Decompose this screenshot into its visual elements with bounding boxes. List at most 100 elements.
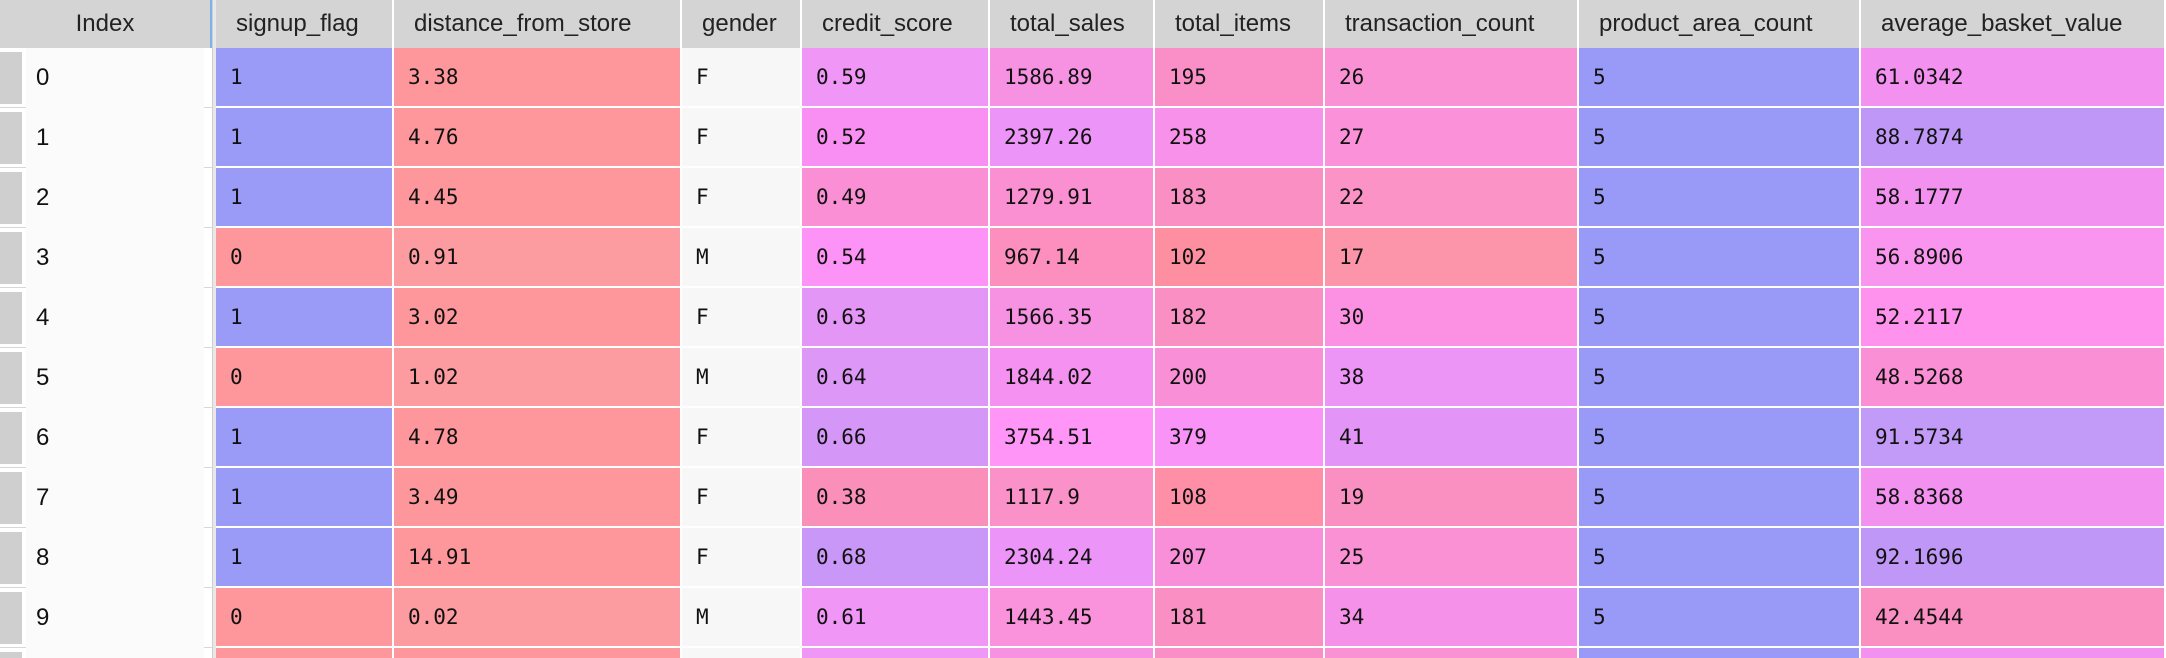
index-row[interactable]: 3 — [0, 228, 212, 288]
row-handle[interactable] — [0, 292, 22, 344]
cell-transaction-count[interactable]: 26 — [1325, 48, 1579, 108]
cell-distance-from-store[interactable]: 3.38 — [394, 48, 682, 108]
cell-transaction-count[interactable]: 41 — [1325, 408, 1579, 468]
cell-average-basket-value[interactable]: 58.8368 — [1861, 468, 2166, 528]
cell-product-area-count[interactable]: 5 — [1579, 408, 1861, 468]
cell-signup-flag[interactable]: 0 — [216, 588, 394, 648]
cell-total-items[interactable]: 195 — [1155, 48, 1325, 108]
cell-total-items[interactable]: 379 — [1155, 408, 1325, 468]
cell-signup-flag[interactable]: 1 — [216, 168, 394, 228]
cell-total-items[interactable]: 181 — [1155, 588, 1325, 648]
cell-total-sales[interactable]: 1443.45 — [990, 588, 1155, 648]
cell-transaction-count[interactable]: 34 — [1325, 588, 1579, 648]
cell-total-items[interactable]: 183 — [1155, 168, 1325, 228]
cell-gender[interactable]: M — [682, 348, 802, 408]
cell-gender[interactable]: F — [682, 48, 802, 108]
column-header-signup-flag[interactable]: signup_flag — [216, 0, 394, 48]
cell-distance-from-store[interactable]: 3.02 — [394, 288, 682, 348]
cell-credit-score[interactable]: 0.54 — [802, 228, 990, 288]
row-handle[interactable] — [0, 592, 22, 644]
index-row[interactable]: 0 — [0, 48, 212, 108]
row-handle[interactable] — [0, 412, 22, 464]
cell-gender[interactable]: F — [682, 108, 802, 168]
cell-total-items[interactable]: 102 — [1155, 228, 1325, 288]
cell-partial[interactable] — [682, 648, 802, 658]
cell-product-area-count[interactable]: 5 — [1579, 588, 1861, 648]
cell-partial[interactable] — [802, 648, 990, 658]
cell-gender[interactable]: M — [682, 228, 802, 288]
cell-total-items[interactable]: 258 — [1155, 108, 1325, 168]
cell-total-sales[interactable]: 2304.24 — [990, 528, 1155, 588]
cell-total-items[interactable]: 182 — [1155, 288, 1325, 348]
row-handle[interactable] — [0, 352, 22, 404]
cell-distance-from-store[interactable]: 4.78 — [394, 408, 682, 468]
cell-distance-from-store[interactable]: 14.91 — [394, 528, 682, 588]
row-handle[interactable] — [0, 652, 22, 658]
cell-partial[interactable] — [1325, 648, 1579, 658]
cell-total-sales[interactable]: 1566.35 — [990, 288, 1155, 348]
column-header-product-area-count[interactable]: product_area_count — [1579, 0, 1861, 48]
cell-gender[interactable]: F — [682, 528, 802, 588]
cell-product-area-count[interactable]: 5 — [1579, 48, 1861, 108]
column-header-total-items[interactable]: total_items — [1155, 0, 1325, 48]
cell-gender[interactable]: F — [682, 168, 802, 228]
index-row[interactable]: 1 — [0, 108, 212, 168]
cell-credit-score[interactable]: 0.68 — [802, 528, 990, 588]
index-row[interactable]: 7 — [0, 468, 212, 528]
cell-partial[interactable] — [990, 648, 1155, 658]
cell-total-sales[interactable]: 3754.51 — [990, 408, 1155, 468]
row-handle[interactable] — [0, 52, 22, 104]
cell-average-basket-value[interactable]: 56.8906 — [1861, 228, 2166, 288]
cell-total-sales[interactable]: 2397.26 — [990, 108, 1155, 168]
cell-distance-from-store[interactable]: 4.45 — [394, 168, 682, 228]
cell-signup-flag[interactable]: 1 — [216, 108, 394, 168]
cell-signup-flag[interactable]: 0 — [216, 228, 394, 288]
cell-credit-score[interactable]: 0.49 — [802, 168, 990, 228]
cell-transaction-count[interactable]: 30 — [1325, 288, 1579, 348]
cell-partial[interactable] — [1155, 648, 1325, 658]
cell-product-area-count[interactable]: 5 — [1579, 228, 1861, 288]
row-handle[interactable] — [0, 472, 22, 524]
cell-partial[interactable] — [1579, 648, 1861, 658]
cell-credit-score[interactable]: 0.61 — [802, 588, 990, 648]
cell-gender[interactable]: F — [682, 288, 802, 348]
cell-credit-score[interactable]: 0.63 — [802, 288, 990, 348]
cell-total-items[interactable]: 207 — [1155, 528, 1325, 588]
row-handle[interactable] — [0, 232, 22, 284]
cell-transaction-count[interactable]: 17 — [1325, 228, 1579, 288]
cell-average-basket-value[interactable]: 88.7874 — [1861, 108, 2166, 168]
cell-average-basket-value[interactable]: 42.4544 — [1861, 588, 2166, 648]
cell-total-sales[interactable]: 1279.91 — [990, 168, 1155, 228]
cell-product-area-count[interactable]: 5 — [1579, 468, 1861, 528]
cell-distance-from-store[interactable]: 4.76 — [394, 108, 682, 168]
cell-product-area-count[interactable]: 5 — [1579, 528, 1861, 588]
row-handle[interactable] — [0, 532, 22, 584]
index-row[interactable]: 5 — [0, 348, 212, 408]
index-row-partial[interactable] — [0, 648, 212, 658]
cell-credit-score[interactable]: 0.52 — [802, 108, 990, 168]
cell-signup-flag[interactable]: 1 — [216, 528, 394, 588]
cell-signup-flag[interactable]: 1 — [216, 468, 394, 528]
cell-product-area-count[interactable]: 5 — [1579, 348, 1861, 408]
cell-total-sales[interactable]: 1844.02 — [990, 348, 1155, 408]
index-column-header[interactable]: Index — [0, 0, 212, 48]
cell-average-basket-value[interactable]: 52.2117 — [1861, 288, 2166, 348]
cell-average-basket-value[interactable]: 48.5268 — [1861, 348, 2166, 408]
column-header-average-basket-value[interactable]: average_basket_value — [1861, 0, 2166, 48]
cell-credit-score[interactable]: 0.38 — [802, 468, 990, 528]
cell-total-items[interactable]: 200 — [1155, 348, 1325, 408]
cell-average-basket-value[interactable]: 58.1777 — [1861, 168, 2166, 228]
cell-transaction-count[interactable]: 22 — [1325, 168, 1579, 228]
cell-distance-from-store[interactable]: 1.02 — [394, 348, 682, 408]
cell-transaction-count[interactable]: 19 — [1325, 468, 1579, 528]
column-header-transaction-count[interactable]: transaction_count — [1325, 0, 1579, 48]
cell-average-basket-value[interactable]: 61.0342 — [1861, 48, 2166, 108]
cell-credit-score[interactable]: 0.66 — [802, 408, 990, 468]
cell-distance-from-store[interactable]: 0.02 — [394, 588, 682, 648]
cell-partial[interactable] — [216, 648, 394, 658]
cell-partial[interactable] — [394, 648, 682, 658]
cell-distance-from-store[interactable]: 3.49 — [394, 468, 682, 528]
cell-total-sales[interactable]: 967.14 — [990, 228, 1155, 288]
cell-signup-flag[interactable]: 1 — [216, 48, 394, 108]
cell-product-area-count[interactable]: 5 — [1579, 108, 1861, 168]
